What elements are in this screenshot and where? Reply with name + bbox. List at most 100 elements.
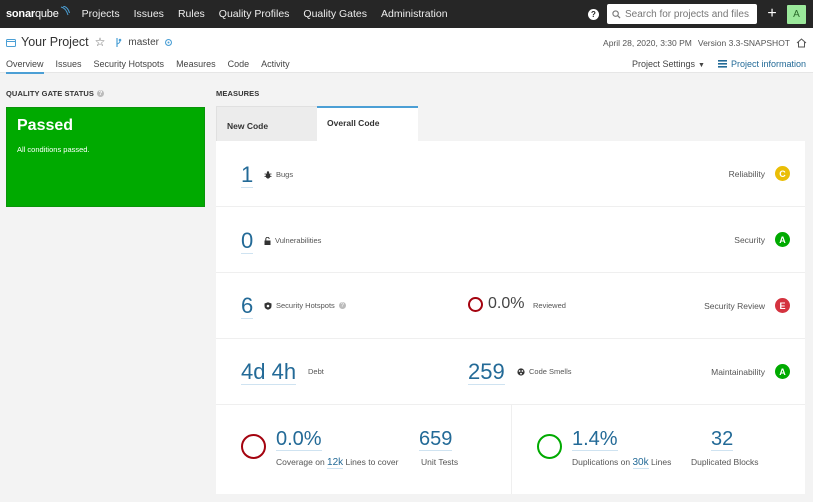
duplications-donut-chart bbox=[537, 434, 562, 459]
reviewed-value[interactable]: 0.0% bbox=[488, 295, 524, 313]
help-icon[interactable]: ? bbox=[588, 8, 599, 20]
security-label: Security bbox=[734, 235, 765, 245]
search-icon bbox=[612, 9, 621, 19]
coverage-duplications-row: 0.0% Coverage on 12k Lines to cover 659 … bbox=[216, 405, 805, 494]
branch-icon bbox=[116, 37, 122, 47]
code-smells-label: Code Smells bbox=[517, 367, 572, 376]
search-input[interactable] bbox=[625, 8, 750, 20]
unit-tests-value[interactable]: 659 bbox=[419, 429, 453, 451]
duplications-label: Duplications on 30k Lines bbox=[572, 457, 671, 469]
lines-to-cover-value[interactable]: 12k bbox=[327, 457, 344, 469]
nav-quality-gates[interactable]: Quality Gates bbox=[303, 8, 367, 20]
logo-waves-icon bbox=[60, 6, 70, 16]
nav-administration[interactable]: Administration bbox=[381, 8, 448, 20]
home-icon[interactable] bbox=[796, 38, 807, 48]
favorite-star-icon[interactable]: ☆ bbox=[95, 35, 106, 49]
create-plus-icon[interactable]: + bbox=[763, 6, 781, 22]
tab-measures[interactable]: Measures bbox=[176, 59, 216, 73]
help-icon[interactable]: ? bbox=[338, 302, 346, 309]
maintainability-row: 4d 4h Debt 259 Code Smells Maintainabili… bbox=[216, 339, 805, 405]
coverage-label-suffix: Lines to cover bbox=[345, 457, 399, 467]
tab-security-hotspots[interactable]: Security Hotspots bbox=[94, 59, 165, 73]
reliability-label: Reliability bbox=[728, 169, 765, 179]
project-settings-label: Project Settings bbox=[631, 59, 696, 69]
project-tabs: Overview Issues Security Hotspots Measur… bbox=[6, 59, 302, 74]
duplications-label-prefix: Duplications on bbox=[572, 457, 631, 467]
hotspots-label: Security Hotspots ? bbox=[264, 301, 346, 310]
security-review-row: 6 Security Hotspots ? 0.0% Reviewed Secu… bbox=[216, 273, 805, 339]
measures-title: MEASURES bbox=[216, 89, 260, 98]
quality-gate-title-text: QUALITY GATE STATUS bbox=[6, 89, 95, 98]
bugs-label: Bugs bbox=[264, 170, 293, 179]
project-title-row: Your Project ☆ master bbox=[6, 35, 172, 49]
tab-new-code[interactable]: New Code bbox=[216, 106, 317, 141]
lock-icon bbox=[264, 236, 271, 245]
maintainability-rating-badge[interactable]: A bbox=[775, 364, 790, 379]
nav-right: ? + A bbox=[588, 0, 813, 28]
duplicated-blocks-value[interactable]: 32 bbox=[711, 429, 734, 451]
project-information-label: Project information bbox=[730, 59, 806, 69]
branch-settings-icon[interactable] bbox=[164, 38, 172, 46]
tab-overall-code[interactable]: Overall Code bbox=[317, 106, 418, 141]
logo-text-qube: qube bbox=[34, 8, 59, 20]
reviewed-donut-chart bbox=[468, 297, 483, 312]
code-smell-icon bbox=[517, 367, 525, 376]
column-divider bbox=[511, 405, 512, 494]
duplicated-blocks-label: Duplicated Blocks bbox=[691, 457, 759, 467]
tab-overview[interactable]: Overview bbox=[6, 59, 44, 74]
caret-down-icon: ▼ bbox=[698, 62, 705, 69]
bugs-label-text: Bugs bbox=[276, 170, 294, 179]
tab-activity[interactable]: Activity bbox=[261, 59, 290, 73]
project-version: Version 3.3-SNAPSHOT bbox=[697, 38, 790, 48]
reliability-rating-badge[interactable]: C bbox=[775, 166, 790, 181]
security-rating-badge[interactable]: A bbox=[775, 232, 790, 247]
vulnerabilities-label-text: Vulnerabilities bbox=[275, 236, 322, 245]
right-gutter bbox=[805, 141, 813, 494]
code-smells-label-text: Code Smells bbox=[529, 367, 572, 376]
nav-issues[interactable]: Issues bbox=[134, 8, 164, 20]
debt-label: Debt bbox=[308, 367, 324, 376]
security-review-rating-badge[interactable]: E bbox=[775, 298, 790, 313]
vulnerabilities-value[interactable]: 0 bbox=[241, 230, 254, 254]
branch-name[interactable]: master bbox=[128, 37, 159, 48]
main-nav: Projects Issues Rules Quality Profiles Q… bbox=[82, 8, 462, 20]
top-navbar: sonar qube Projects Issues Rules Quality … bbox=[0, 0, 813, 28]
project-meta: April 28, 2020, 3:30 PM Version 3.3-SNAP… bbox=[603, 38, 807, 48]
quality-gate-status-box: Passed All conditions passed. bbox=[6, 107, 205, 207]
quality-gate-title: QUALITY GATE STATUS ? bbox=[6, 89, 105, 98]
tab-issues[interactable]: Issues bbox=[56, 59, 82, 73]
project-name[interactable]: Your Project bbox=[21, 35, 89, 49]
nav-projects[interactable]: Projects bbox=[82, 8, 120, 20]
reliability-row: 1 Bugs Reliability C bbox=[216, 141, 805, 207]
project-header: Your Project ☆ master April 28, 2020, 3:… bbox=[0, 28, 813, 74]
nav-quality-profiles[interactable]: Quality Profiles bbox=[219, 8, 290, 20]
analysis-date: April 28, 2020, 3:30 PM bbox=[603, 38, 692, 48]
project-information-link[interactable]: Project information bbox=[717, 59, 806, 69]
vulnerabilities-label: Vulnerabilities bbox=[264, 236, 321, 245]
bugs-value[interactable]: 1 bbox=[241, 164, 254, 188]
project-actions: Project Settings ▼ Project information bbox=[632, 59, 806, 69]
hotspots-value[interactable]: 6 bbox=[241, 295, 254, 319]
debt-value[interactable]: 4d 4h bbox=[241, 361, 297, 385]
measures-tabs: New Code Overall Code bbox=[216, 106, 805, 141]
help-icon[interactable]: ? bbox=[97, 90, 105, 97]
code-smells-value[interactable]: 259 bbox=[468, 361, 505, 385]
shield-icon bbox=[264, 301, 272, 310]
unit-tests-label: Unit Tests bbox=[421, 457, 459, 467]
coverage-value[interactable]: 0.0% bbox=[276, 429, 322, 451]
security-row: 0 Vulnerabilities Security A bbox=[216, 207, 805, 273]
logo-text-main: sonar bbox=[6, 8, 35, 20]
tab-code[interactable]: Code bbox=[228, 59, 250, 73]
project-icon bbox=[6, 38, 16, 47]
search-box[interactable] bbox=[607, 4, 757, 24]
coverage-donut-chart bbox=[241, 434, 266, 459]
list-icon bbox=[717, 60, 727, 68]
duplications-value[interactable]: 1.4% bbox=[572, 429, 618, 451]
security-review-label: Security Review bbox=[704, 301, 765, 311]
user-avatar[interactable]: A bbox=[787, 4, 806, 24]
duplications-lines-value[interactable]: 30k bbox=[632, 457, 649, 469]
nav-rules[interactable]: Rules bbox=[178, 8, 205, 20]
hotspots-label-text: Security Hotspots bbox=[276, 301, 335, 310]
project-settings-dropdown[interactable]: Project Settings ▼ bbox=[632, 59, 705, 69]
sonarqube-logo[interactable]: sonar qube bbox=[6, 6, 70, 20]
